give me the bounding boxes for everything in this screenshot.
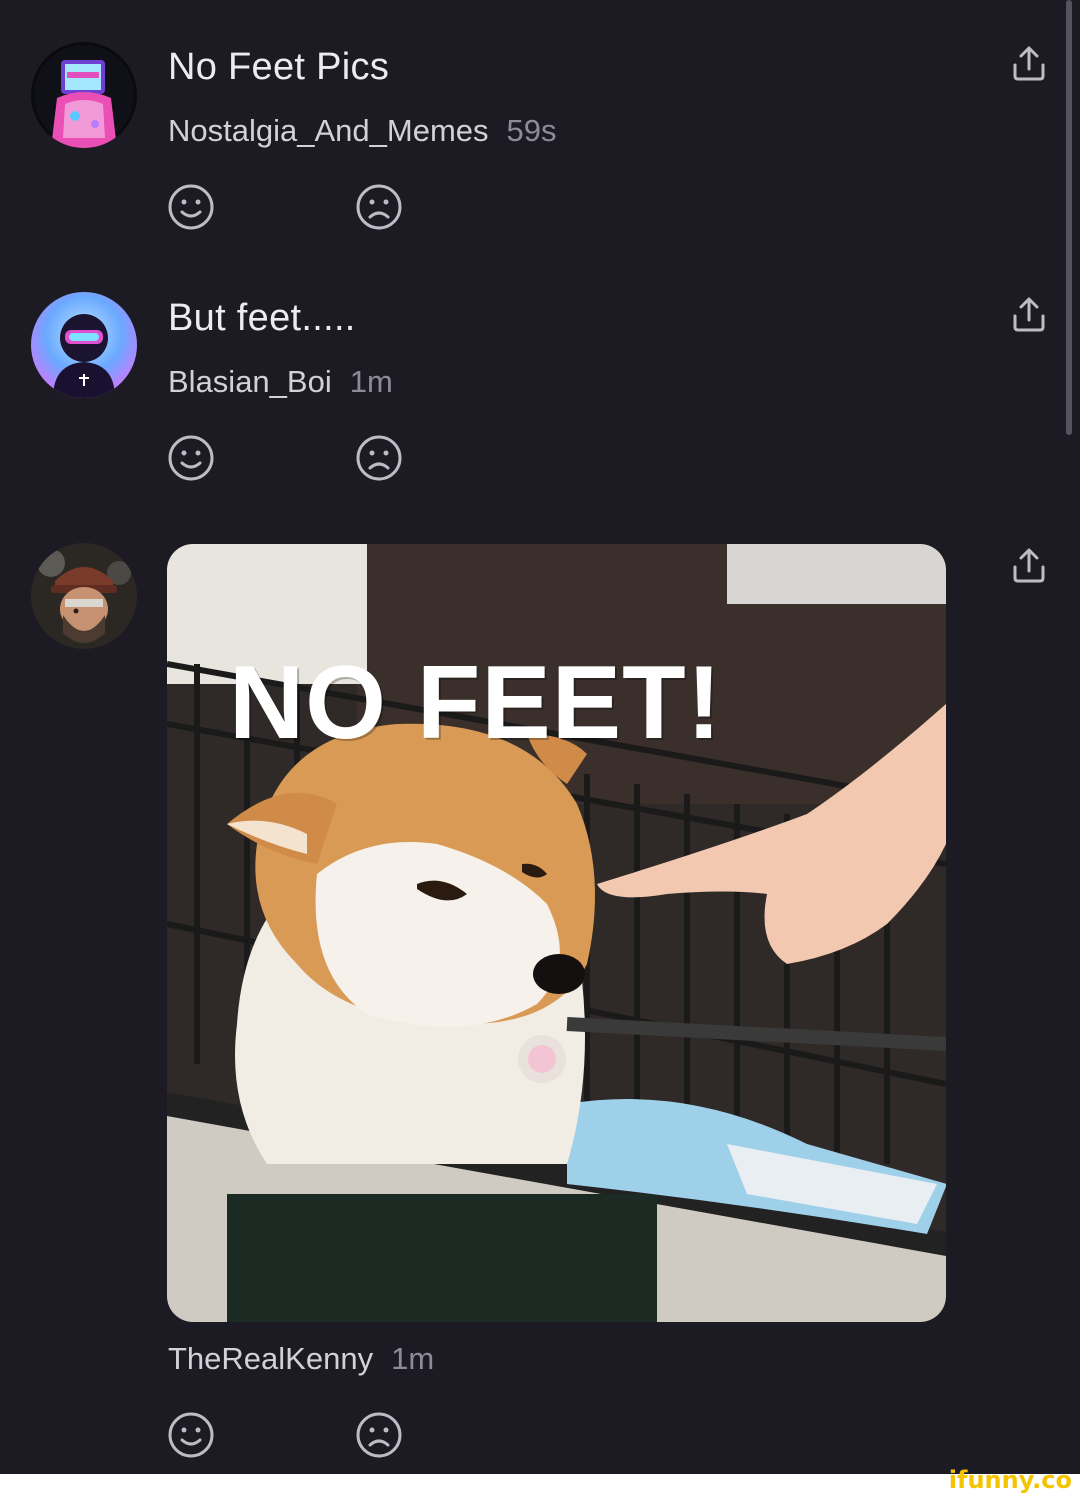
smile-icon[interactable]: [167, 434, 215, 482]
comment-text: But feet.....: [168, 297, 356, 339]
comment-text: No Feet Pics: [168, 46, 390, 88]
username[interactable]: Nostalgia_And_Memes: [168, 113, 489, 148]
comment-meta: TheRealKenny 1m: [168, 1341, 434, 1377]
frown-icon[interactable]: [355, 1411, 403, 1459]
frown-icon[interactable]: [355, 183, 403, 231]
smile-icon[interactable]: [167, 1411, 215, 1459]
share-icon[interactable]: [1010, 547, 1048, 585]
avatar[interactable]: [31, 543, 137, 649]
frown-icon[interactable]: [355, 434, 403, 482]
comment-meta: Blasian_Boi 1m: [168, 364, 393, 400]
smile-icon[interactable]: [167, 183, 215, 231]
username[interactable]: Blasian_Boi: [168, 364, 332, 399]
share-icon[interactable]: [1010, 296, 1048, 334]
username[interactable]: TheRealKenny: [168, 1341, 373, 1376]
share-icon[interactable]: [1010, 45, 1048, 83]
timestamp: 59s: [506, 113, 557, 148]
scrollbar[interactable]: [1066, 0, 1072, 435]
watermark-bar: [0, 1474, 1080, 1495]
meme-image[interactable]: NO FEET!: [167, 544, 946, 1322]
avatar[interactable]: [31, 42, 137, 148]
timestamp: 1m: [349, 364, 393, 399]
avatar[interactable]: [31, 292, 137, 398]
comment-meta: Nostalgia_And_Memes 59s: [168, 113, 557, 149]
meme-caption: NO FEET!: [229, 645, 723, 761]
ifunny-watermark: ifunny.co: [948, 1466, 1072, 1494]
timestamp: 1m: [391, 1341, 435, 1376]
